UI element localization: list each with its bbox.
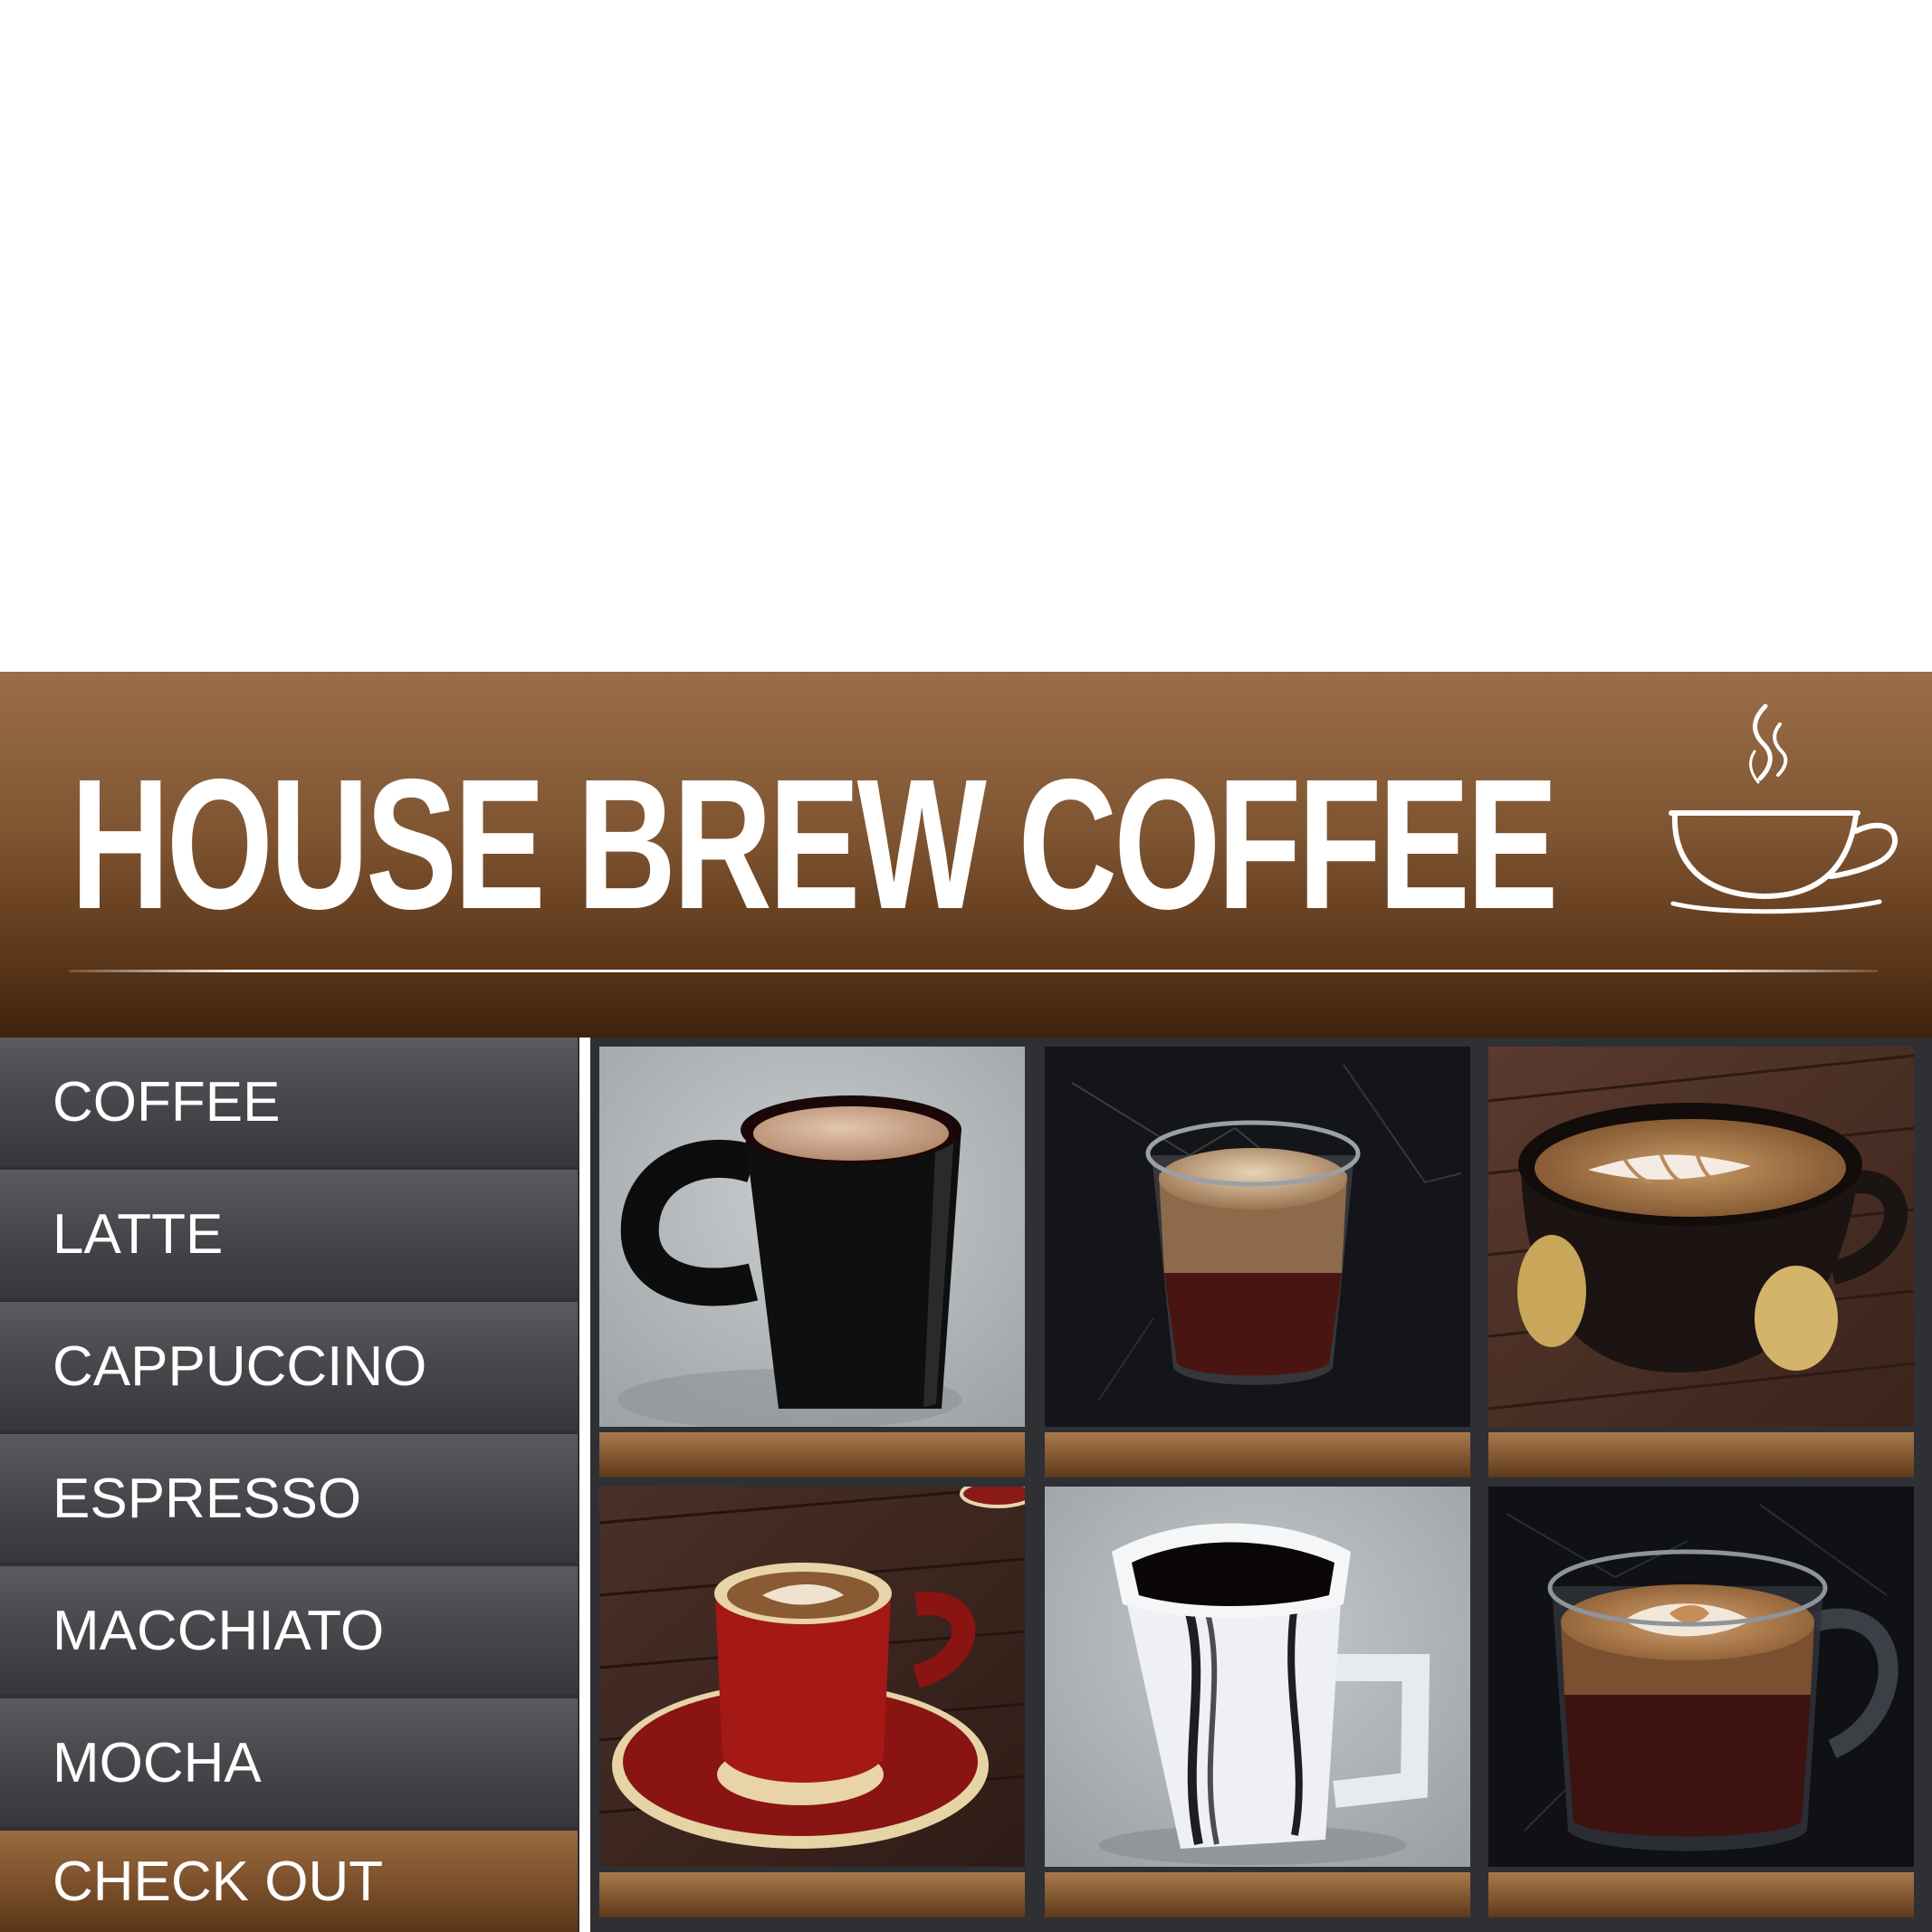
header-banner: HOUSE BREW COFFEE xyxy=(0,672,1932,1038)
product-grid xyxy=(590,1038,1932,1932)
menu-item-cappuccino[interactable]: CAPPUCCINO xyxy=(0,1302,578,1430)
white-striped-mug-image xyxy=(1045,1487,1470,1867)
product-price-bar xyxy=(599,1432,1025,1478)
product-tile-glass-mug[interactable] xyxy=(1488,1487,1914,1918)
app-title: HOUSE BREW COFFEE xyxy=(71,741,1558,948)
menu-item-espresso[interactable]: ESPRESSO xyxy=(0,1434,578,1563)
product-price-bar xyxy=(1488,1432,1914,1478)
product-tile-white-mug[interactable] xyxy=(1045,1487,1470,1918)
product-tile-latte-art-cup[interactable] xyxy=(1488,1047,1914,1478)
title-divider xyxy=(69,970,1878,972)
latte-art-cup-image xyxy=(1488,1047,1914,1427)
black-mug-image xyxy=(599,1047,1025,1427)
product-tile-black-mug[interactable] xyxy=(599,1047,1025,1478)
category-menu: COFFEE LATTE CAPPUCCINO ESPRESSO MACCHIA… xyxy=(0,1038,579,1932)
red-cup-saucer-image xyxy=(599,1487,1025,1867)
checkout-button[interactable]: CHECK OUT xyxy=(0,1831,578,1932)
product-price-bar xyxy=(1045,1872,1470,1918)
glass-latte-mug-image xyxy=(1488,1487,1914,1867)
menu-item-mocha[interactable]: MOCHA xyxy=(0,1698,578,1827)
product-price-bar xyxy=(1488,1872,1914,1918)
product-price-bar xyxy=(599,1872,1025,1918)
product-tile-red-cup[interactable] xyxy=(599,1487,1025,1918)
menu-item-coffee[interactable]: COFFEE xyxy=(0,1038,578,1166)
steaming-coffee-cup-icon xyxy=(1669,703,1899,914)
menu-item-macchiato[interactable]: MACCHIATO xyxy=(0,1566,578,1695)
product-price-bar xyxy=(1045,1432,1470,1478)
glass-cappuccino-image xyxy=(1045,1047,1470,1427)
product-tile-glass-cappuccino[interactable] xyxy=(1045,1047,1470,1478)
menu-item-latte[interactable]: LATTE xyxy=(0,1170,578,1298)
